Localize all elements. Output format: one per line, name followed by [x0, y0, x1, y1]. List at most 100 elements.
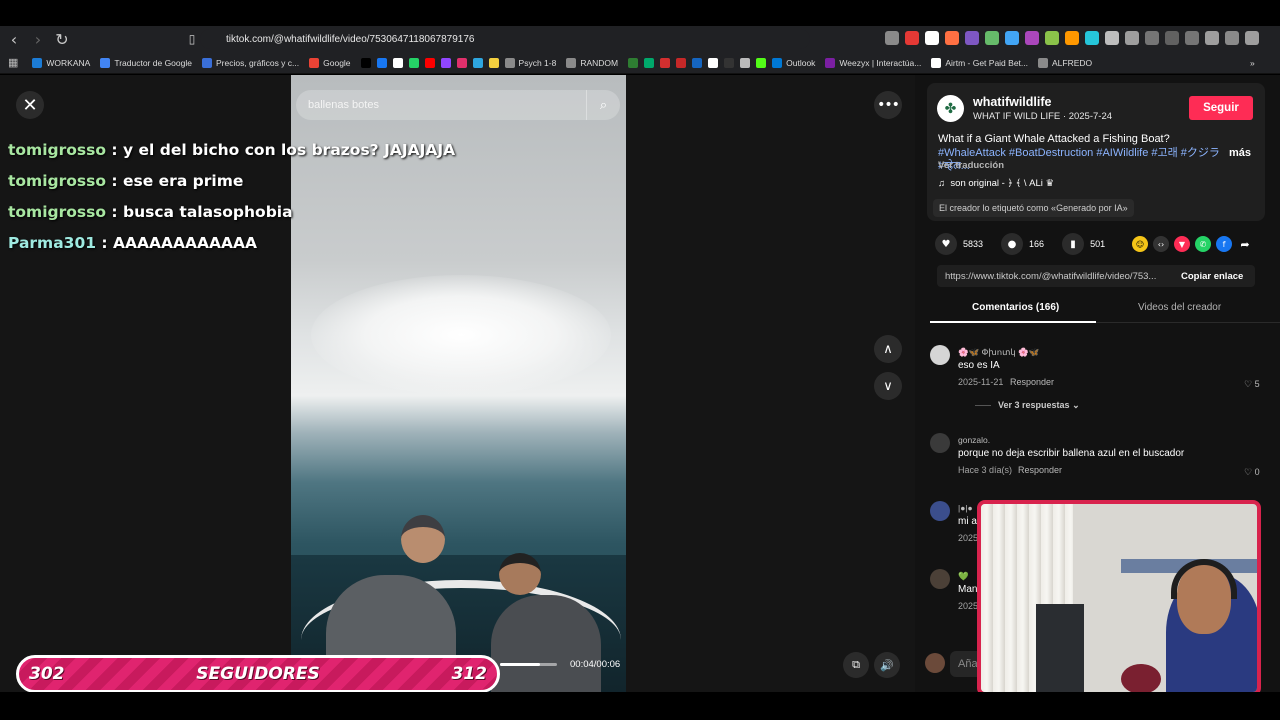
comment-username[interactable]: gonzalo.	[958, 435, 990, 445]
extension-icon[interactable]	[985, 31, 999, 45]
copy-link-button[interactable]: Copiar enlace	[1181, 271, 1243, 282]
extension-icon[interactable]	[1245, 31, 1259, 45]
creator-username[interactable]: whatifwildlife	[973, 95, 1051, 109]
apps-grid-icon[interactable]: ▦	[8, 56, 18, 69]
extension-icon[interactable]	[1025, 31, 1039, 45]
reload-icon[interactable]: ↻	[52, 29, 72, 49]
search-icon[interactable]: ⌕	[586, 90, 620, 120]
extension-icon[interactable]	[1005, 31, 1019, 45]
avatar[interactable]	[930, 569, 950, 589]
extension-icon[interactable]	[965, 31, 979, 45]
comment-like[interactable]: ♡ 0	[1244, 467, 1260, 478]
bookmark-item[interactable]	[740, 57, 751, 68]
avatar[interactable]	[930, 345, 950, 365]
bookmark-item[interactable]	[644, 57, 655, 68]
bookmark-item[interactable]	[360, 57, 371, 68]
bookmark-item[interactable]	[408, 57, 419, 68]
back-icon[interactable]: ‹	[4, 29, 24, 49]
bookmark-item[interactable]: Google	[309, 57, 351, 68]
more-options-button[interactable]: •••	[874, 91, 902, 119]
bookmark-item[interactable]: WORKANA	[32, 57, 90, 68]
bookmark-item[interactable]	[456, 57, 467, 68]
follow-button[interactable]: Seguir	[1189, 96, 1253, 120]
music-line[interactable]: ♫ son original - ﴿ ﴾ \ ALi ♛	[938, 178, 1054, 189]
more-link[interactable]: más	[1229, 147, 1251, 159]
extension-icon[interactable]	[1125, 31, 1139, 45]
bookmark-item[interactable]	[440, 57, 451, 68]
extension-icon[interactable]	[1145, 31, 1159, 45]
bookmark-item[interactable]	[724, 57, 735, 68]
comment-username[interactable]: 🌸🦋 Փխոտկ 🌸🦋	[958, 347, 1039, 358]
tab-comments[interactable]: Comentarios (166)	[972, 302, 1059, 313]
extension-icon[interactable]	[1065, 31, 1079, 45]
bookmark-item[interactable]: Psych 1-8	[504, 57, 556, 68]
avatar[interactable]	[930, 501, 950, 521]
search-input[interactable]: ballenas botes	[308, 99, 586, 111]
bookmark-item[interactable]	[676, 57, 687, 68]
bookmarks-overflow-icon[interactable]: »	[1250, 58, 1255, 68]
reply-button[interactable]: Responder	[1018, 465, 1062, 475]
bookmark-item[interactable]	[692, 57, 703, 68]
extension-icon[interactable]	[1085, 31, 1099, 45]
whatsapp-icon[interactable]: ✆	[1195, 236, 1211, 252]
video-progress-bar[interactable]	[500, 663, 557, 666]
bookmark-item[interactable]	[708, 57, 719, 68]
bookmark-icon[interactable]: ▯	[182, 29, 202, 49]
reply-button[interactable]: Responder	[1010, 377, 1054, 387]
bookmark-item[interactable]	[660, 57, 671, 68]
address-bar[interactable]: tiktok.com/@whatifwildlife/video/7530647…	[200, 29, 810, 49]
extension-icon[interactable]	[1185, 31, 1199, 45]
search-bar[interactable]: ballenas botes ⌕	[296, 90, 620, 120]
bookmark-item[interactable]: Outlook	[772, 57, 815, 68]
extension-icon[interactable]	[1225, 31, 1239, 45]
extension-icon[interactable]	[905, 31, 919, 45]
extension-icon[interactable]	[945, 31, 959, 45]
bookmark-icon	[32, 57, 43, 68]
bookmark-item[interactable]: RANDOM	[566, 57, 618, 68]
heart-icon[interactable]: ♥	[935, 233, 957, 255]
translate-link[interactable]: Ver traducción	[938, 160, 1004, 171]
previous-video-button[interactable]: ∧	[874, 335, 902, 363]
extension-icon[interactable]	[1205, 31, 1219, 45]
comment-icon[interactable]: ●	[1001, 233, 1024, 255]
description-text: What if a Giant Whale Attacked a Fishing…	[938, 133, 1170, 145]
extension-icon[interactable]	[1105, 31, 1119, 45]
bookmark-item[interactable]	[756, 57, 767, 68]
forward-icon[interactable]: ›	[28, 29, 48, 49]
bookmark-item[interactable]	[628, 57, 639, 68]
bookmark-label: Precios, gráficos y c...	[215, 57, 300, 68]
bookmark-item[interactable]	[376, 57, 387, 68]
creator-avatar[interactable]: ✤	[937, 95, 964, 122]
bookmark-save-icon[interactable]: ▮	[1062, 233, 1085, 255]
video-link[interactable]: https://www.tiktok.com/@whatifwildlife/v…	[945, 271, 1173, 282]
extension-icon[interactable]	[925, 31, 939, 45]
bookmark-item[interactable]: Traductor de Google	[100, 57, 192, 68]
embed-icon[interactable]: ‹›	[1153, 236, 1169, 252]
tab-creator-videos[interactable]: Videos del creador	[1138, 302, 1221, 313]
close-button[interactable]: ✕	[16, 91, 44, 119]
bookmark-item[interactable]: Airtm - Get Paid Bet...	[931, 57, 1028, 68]
view-replies-button[interactable]: Ver 3 respuestas ⌄	[998, 400, 1080, 411]
bookmark-item[interactable]	[488, 57, 499, 68]
pip-icon[interactable]: ⧉	[843, 652, 869, 678]
bookmark-item[interactable]: Precios, gráficos y c...	[201, 57, 300, 68]
extension-icon[interactable]	[1165, 31, 1179, 45]
bookmark-item[interactable]	[424, 57, 435, 68]
repost-icon[interactable]: ▼	[1174, 236, 1190, 252]
coin-icon[interactable]: ☺	[1132, 236, 1148, 252]
bookmark-item[interactable]	[472, 57, 483, 68]
bookmark-item[interactable]	[392, 57, 403, 68]
video-progress-fill	[500, 663, 540, 666]
bookmark-item[interactable]: ALFREDO	[1038, 57, 1092, 68]
bookmark-item[interactable]: Weezyx | Interactúa...	[825, 57, 921, 68]
avatar[interactable]	[930, 433, 950, 453]
share-arrow-icon[interactable]: ➦	[1237, 236, 1253, 252]
comment-like[interactable]: ♡ 5	[1244, 379, 1260, 390]
next-video-button[interactable]: ∨	[874, 372, 902, 400]
facebook-icon[interactable]: f	[1216, 236, 1232, 252]
volume-icon[interactable]: 🔊	[874, 652, 900, 678]
comment-username[interactable]: 💚	[958, 571, 969, 582]
extension-icon[interactable]	[885, 31, 899, 45]
extension-icon[interactable]	[1045, 31, 1059, 45]
comment-username[interactable]: |●|●	[958, 503, 973, 513]
